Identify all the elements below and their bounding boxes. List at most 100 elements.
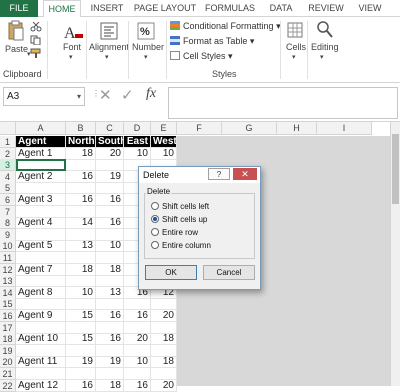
row-header[interactable]: 11 (0, 252, 16, 264)
cancel-button[interactable]: Cancel (203, 265, 255, 280)
header-cell[interactable]: West (151, 136, 177, 148)
tab-data[interactable]: DATA (263, 0, 299, 17)
row-header[interactable]: 5 (0, 182, 16, 194)
alignment-button[interactable]: Alignment (89, 42, 129, 52)
row-header[interactable]: 1 (0, 136, 16, 148)
cell[interactable] (151, 368, 177, 380)
number-button[interactable]: Number (132, 42, 164, 52)
row-header[interactable]: 10 (0, 240, 16, 252)
tab-page-layout[interactable]: PAGE LAYOUT (133, 0, 197, 17)
cell[interactable]: 18 (151, 356, 177, 368)
cell[interactable]: 16 (66, 380, 96, 392)
tab-home[interactable]: HOME (43, 0, 81, 18)
number-dropdown-icon[interactable]: ▾ (144, 53, 148, 61)
column-header-h[interactable]: H (277, 122, 317, 135)
row-header[interactable]: 21 (0, 368, 16, 380)
cells-icon[interactable] (287, 21, 303, 41)
cell[interactable]: 16 (96, 310, 124, 322)
row-header[interactable]: 8 (0, 217, 16, 229)
paste-button[interactable]: Paste (5, 44, 28, 54)
cell[interactable]: Agent 3 (16, 194, 66, 206)
cell[interactable]: 15 (66, 310, 96, 322)
alignment-dropdown-icon[interactable]: ▾ (105, 53, 109, 61)
column-header-c[interactable]: C (96, 122, 124, 135)
cell[interactable] (66, 298, 96, 310)
header-cell[interactable]: Agent (16, 136, 66, 148)
cells-button[interactable]: Cells (286, 42, 306, 52)
ok-button[interactable]: OK (145, 265, 197, 280)
editing-icon[interactable] (316, 20, 334, 40)
cell[interactable] (124, 298, 151, 310)
column-header-g[interactable]: G (222, 122, 277, 135)
alignment-icon[interactable] (100, 22, 118, 40)
cell[interactable]: Agent 9 (16, 310, 66, 322)
option-shift-cells-up[interactable]: Shift cells up (151, 214, 207, 225)
column-header-e[interactable]: E (151, 122, 177, 135)
cell[interactable]: 16 (66, 194, 96, 206)
row-header[interactable]: 20 (0, 356, 16, 368)
column-header-i[interactable]: I (317, 122, 372, 135)
help-button[interactable]: ? (208, 168, 230, 180)
cell[interactable]: 16 (124, 380, 151, 392)
cell[interactable] (16, 298, 66, 310)
cell[interactable]: 14 (66, 217, 96, 229)
header-cell[interactable]: North (66, 136, 96, 148)
cell[interactable] (66, 275, 96, 287)
cell[interactable]: 10 (96, 240, 124, 252)
enter-icon[interactable]: ✓ (121, 86, 134, 104)
format-painter-icon[interactable] (30, 48, 42, 58)
cell[interactable]: Agent 11 (16, 356, 66, 368)
cell[interactable]: Agent 4 (16, 217, 66, 229)
tab-view[interactable]: VIEW (353, 0, 387, 17)
column-header-d[interactable]: D (124, 122, 151, 135)
cell[interactable] (16, 182, 66, 194)
cell[interactable]: 18 (96, 380, 124, 392)
cut-icon[interactable] (30, 21, 42, 32)
option-entire-column[interactable]: Entire column (151, 240, 211, 251)
cell[interactable] (96, 182, 124, 194)
cell[interactable]: Agent 12 (16, 380, 66, 392)
tab-insert[interactable]: INSERT (86, 0, 128, 17)
cell[interactable]: 20 (124, 333, 151, 345)
option-entire-row[interactable]: Entire row (151, 227, 198, 238)
tab-review[interactable]: REVIEW (304, 0, 348, 17)
select-all-corner[interactable] (0, 122, 16, 135)
cell[interactable] (96, 298, 124, 310)
cell[interactable] (16, 275, 66, 287)
cell[interactable]: 13 (66, 240, 96, 252)
cell[interactable] (96, 368, 124, 380)
cell[interactable] (96, 159, 124, 171)
cell[interactable]: 16 (96, 333, 124, 345)
vertical-scrollbar[interactable] (390, 122, 400, 386)
row-header[interactable]: 6 (0, 194, 16, 206)
row-header[interactable]: 3 (0, 159, 16, 171)
cell[interactable]: 10 (124, 356, 151, 368)
option-shift-cells-left[interactable]: Shift cells left (151, 201, 209, 212)
cell[interactable] (16, 159, 66, 171)
cell[interactable] (66, 159, 96, 171)
cells-dropdown-icon[interactable]: ▾ (292, 53, 296, 61)
copy-icon[interactable] (30, 35, 42, 46)
conditional-formatting-button[interactable]: Conditional Formatting ▾ (170, 20, 281, 33)
cell-styles-button[interactable]: Cell Styles ▾ (170, 50, 233, 63)
cell[interactable]: 16 (96, 194, 124, 206)
cell[interactable]: 19 (66, 356, 96, 368)
cell[interactable]: 16 (96, 217, 124, 229)
row-header[interactable]: 15 (0, 298, 16, 310)
cell[interactable] (124, 368, 151, 380)
column-header-a[interactable]: A (16, 122, 66, 135)
cell[interactable] (16, 368, 66, 380)
cell[interactable] (16, 252, 66, 264)
cell[interactable] (66, 252, 96, 264)
font-icon[interactable]: A (62, 22, 84, 42)
cancel-icon[interactable]: ✕ (99, 86, 112, 104)
editing-dropdown-icon[interactable]: ▾ (320, 53, 324, 61)
format-as-table-button[interactable]: Format as Table ▾ (170, 35, 254, 48)
close-button[interactable]: ✕ (233, 168, 257, 180)
cell[interactable]: 15 (66, 333, 96, 345)
font-dropdown-icon[interactable]: ▾ (69, 53, 73, 61)
formula-input[interactable] (168, 87, 398, 119)
font-button[interactable]: Font (63, 42, 81, 52)
cell[interactable]: 20 (151, 310, 177, 322)
number-format-icon[interactable]: % (137, 21, 155, 41)
